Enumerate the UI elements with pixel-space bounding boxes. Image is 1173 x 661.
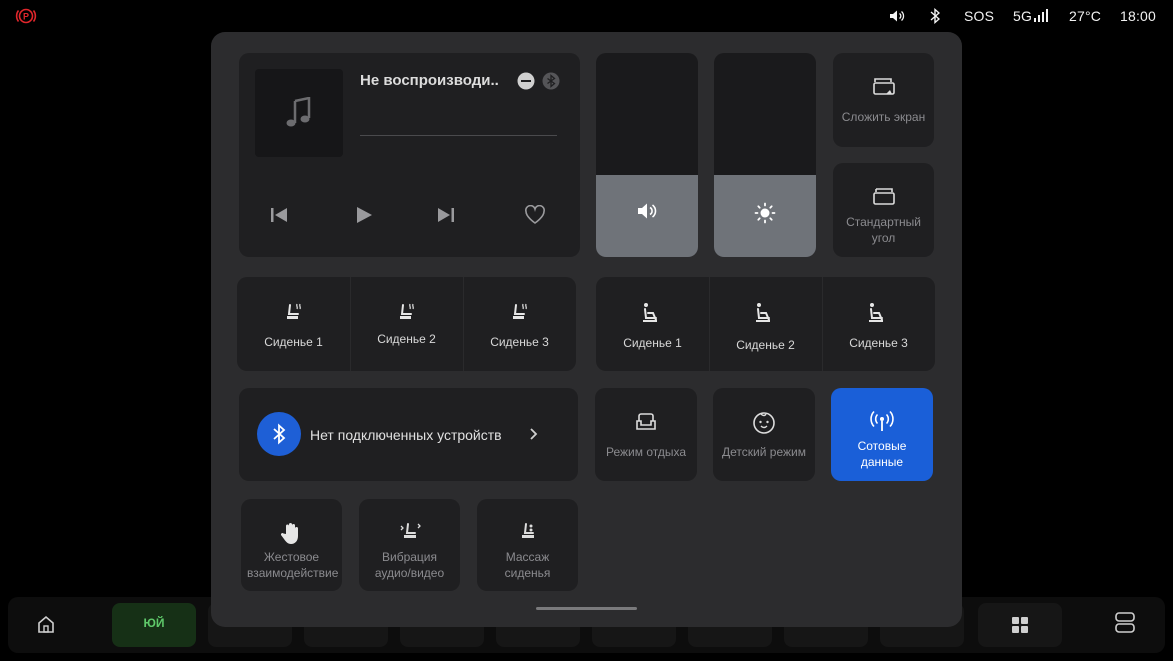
seat-vent-2[interactable]: Сиденье 2 [709, 277, 822, 371]
seat-label: Сиденье 1 [264, 335, 323, 349]
bluetooth-icon[interactable] [930, 7, 941, 29]
standard-angle-tile[interactable]: Стандартный угол [833, 163, 934, 257]
home-icon[interactable] [36, 614, 56, 639]
grid-icon [1011, 616, 1029, 639]
seat-heating-2[interactable]: Сиденье 2 [350, 277, 463, 371]
hand-icon [279, 521, 303, 550]
seat-label: Сиденье 2 [736, 338, 795, 352]
volume-icon[interactable] [889, 9, 905, 28]
album-art [255, 69, 343, 157]
seat-icon [753, 302, 775, 331]
gesture-control-tile[interactable]: Жестовое взаимодействие [241, 499, 342, 591]
seat-label: Сиденье 1 [623, 336, 682, 350]
svg-text:P: P [23, 12, 29, 22]
split-screen-tile[interactable]: Сложить экран [833, 53, 934, 147]
bluetooth-status-text: Нет подключенных устройств [310, 427, 502, 443]
parking-brake-icon: P [15, 7, 37, 25]
dock-app-label: ЮЙ [143, 616, 165, 630]
seat-heating-1[interactable]: Сиденье 1 [237, 277, 350, 371]
massage-label: Массаж сиденья [504, 550, 551, 580]
sos-label[interactable]: SOS [964, 8, 994, 24]
track-title: Не воспроизводи.. [360, 72, 499, 89]
split-screen-label: Сложить экран [841, 110, 926, 124]
bluetooth-devices-card[interactable]: Нет подключенных устройств [239, 388, 578, 481]
brightness-slider-fill [714, 175, 816, 257]
next-icon[interactable] [436, 205, 456, 230]
dock-app-1[interactable]: ЮЙ [112, 603, 196, 647]
music-note-icon [285, 96, 313, 134]
standard-angle-label: Стандартный угол [846, 215, 921, 245]
split-icon[interactable] [1114, 611, 1136, 640]
chevron-right-icon[interactable] [529, 427, 539, 446]
rest-mode-tile[interactable]: Режим отдыха [595, 388, 697, 481]
status-bar: P SOS 5G 27°C 18:00 [0, 0, 1173, 34]
child-mode-label: Детский режим [722, 445, 806, 459]
seat-icon [866, 302, 888, 331]
vibrating-seat-icon [398, 521, 422, 548]
cellular-data-label: Сотовые данные [857, 439, 907, 469]
seat-ventilation-group: Сиденье 1 Сиденье 2 Сиденье 3 [596, 277, 935, 371]
heart-icon[interactable] [524, 204, 546, 230]
volume-slider-icon [636, 202, 658, 225]
control-center-panel: Не воспроизводи.. Сложить экран Стандарт… [211, 32, 962, 627]
media-player-card: Не воспроизводи.. [239, 53, 580, 257]
signal-icon [1033, 9, 1051, 28]
antenna-icon [869, 410, 895, 437]
rest-mode-label: Режим отдыха [605, 445, 686, 459]
volume-slider-fill [596, 175, 698, 257]
vibration-label: Вибрация аудио/видео [374, 550, 445, 580]
seat-vent-3[interactable]: Сиденье 3 [822, 277, 935, 371]
progress-bar[interactable] [360, 135, 557, 136]
all-apps-button[interactable] [978, 603, 1062, 647]
temperature-label: 27°C [1069, 8, 1102, 24]
bluetooth-circle-icon [257, 412, 301, 456]
seat-heating-3[interactable]: Сиденье 3 [463, 277, 576, 371]
seat-label: Сиденье 3 [849, 336, 908, 350]
clock: 18:00 [1120, 8, 1157, 24]
cellular-data-tile[interactable]: Сотовые данные [831, 388, 933, 481]
sun-icon [754, 202, 776, 229]
previous-icon[interactable] [269, 205, 289, 230]
armchair-icon [634, 412, 658, 439]
child-mode-tile[interactable]: Детский режим [713, 388, 815, 481]
media-bluetooth-icon[interactable] [542, 72, 560, 95]
baby-face-icon [752, 411, 776, 440]
seat-heat-icon [509, 302, 529, 329]
massage-seat-icon [516, 521, 540, 548]
panel-drag-handle[interactable] [536, 607, 637, 610]
audio-video-vibration-tile[interactable]: Вибрация аудио/видео [359, 499, 460, 591]
brightness-slider[interactable] [714, 53, 816, 257]
network-label: 5G [1013, 8, 1033, 24]
seat-label: Сиденье 3 [490, 335, 549, 349]
gesture-label: Жестовое взаимодействие [247, 550, 339, 580]
fold-screen-icon [872, 77, 896, 102]
seat-icon [640, 302, 662, 331]
seat-label: Сиденье 2 [377, 332, 436, 346]
seat-heat-icon [283, 302, 303, 329]
seat-heat-icon [396, 302, 416, 329]
volume-slider[interactable] [596, 53, 698, 257]
seat-massage-tile[interactable]: Массаж сиденья [477, 499, 578, 591]
play-icon[interactable] [354, 205, 374, 230]
seat-heating-group: Сиденье 1 Сиденье 2 Сиденье 3 [237, 277, 576, 371]
seat-vent-1[interactable]: Сиденье 1 [596, 277, 709, 371]
minus-icon[interactable] [517, 72, 535, 95]
standard-angle-icon [872, 187, 896, 212]
